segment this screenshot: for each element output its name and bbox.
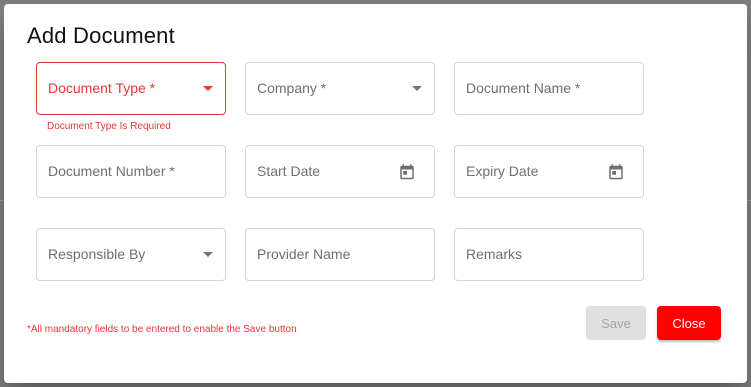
document-type-error: Document Type Is Required: [47, 121, 171, 132]
responsible-by-label: Responsible By: [48, 246, 146, 262]
calendar-icon[interactable]: [398, 163, 416, 182]
expiry-date-label: Expiry Date: [466, 163, 539, 179]
document-name-input[interactable]: Document Name *: [454, 62, 644, 115]
mandatory-fields-note: *All mandatory fields to be entered to e…: [27, 324, 297, 335]
document-name-label: Document Name *: [466, 80, 581, 96]
start-date-input[interactable]: Start Date: [245, 145, 435, 198]
document-number-input[interactable]: Document Number *: [36, 145, 226, 198]
dialog-title: Add Document: [27, 23, 175, 48]
add-document-dialog: Add Document Document Type * Document Ty…: [4, 4, 747, 383]
expiry-date-input[interactable]: Expiry Date: [454, 145, 644, 198]
save-button[interactable]: Save: [586, 306, 646, 340]
provider-name-label: Provider Name: [257, 246, 351, 262]
chevron-down-icon: [412, 86, 422, 91]
company-label: Company *: [257, 80, 327, 96]
remarks-input[interactable]: Remarks: [454, 228, 644, 281]
company-select[interactable]: Company *: [245, 62, 435, 115]
document-type-select[interactable]: Document Type *: [36, 62, 226, 115]
document-type-label: Document Type *: [48, 80, 156, 96]
chevron-down-icon: [203, 252, 213, 257]
document-number-label: Document Number *: [48, 163, 175, 179]
close-button[interactable]: Close: [657, 306, 721, 340]
remarks-label: Remarks: [466, 246, 523, 262]
start-date-label: Start Date: [257, 163, 321, 179]
provider-name-input[interactable]: Provider Name: [245, 228, 435, 281]
chevron-down-icon: [203, 86, 213, 91]
calendar-icon[interactable]: [607, 163, 625, 182]
responsible-by-select[interactable]: Responsible By: [36, 228, 226, 281]
